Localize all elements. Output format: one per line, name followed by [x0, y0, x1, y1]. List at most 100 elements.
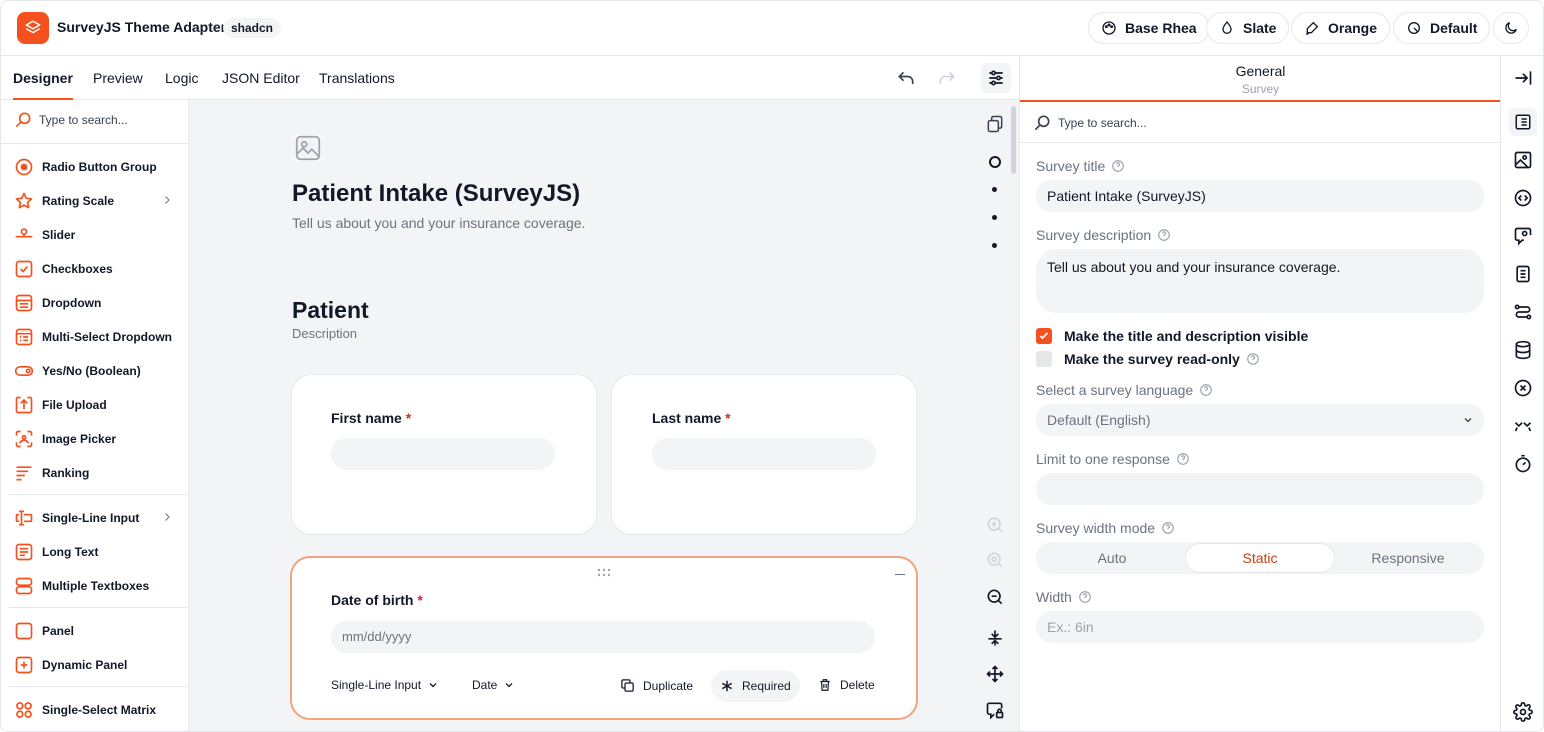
tab-preview[interactable]: Preview [93, 56, 143, 100]
property-search[interactable]: Type to search... [1032, 113, 1147, 133]
toolbox-item-multiple-text[interactable]: Multiple Textboxes [13, 574, 183, 598]
category-pages[interactable] [1511, 262, 1535, 286]
required-mark: * [405, 410, 412, 426]
checkbox-checked[interactable] [1036, 328, 1052, 344]
checkbox-unchecked[interactable] [1036, 351, 1052, 367]
zoom-in-button[interactable] [983, 513, 1007, 537]
limit-response-input[interactable] [1036, 473, 1484, 505]
date-of-birth-input[interactable]: mm/dd/yyyy [331, 621, 875, 653]
category-validation[interactable] [1511, 376, 1535, 400]
tab-translations[interactable]: Translations [319, 56, 395, 100]
tab-logic[interactable]: Logic [165, 56, 198, 100]
width-mode-auto[interactable]: Auto [1038, 544, 1186, 572]
width-input[interactable]: Ex.: 6in [1036, 611, 1484, 643]
settings-button[interactable] [1511, 700, 1535, 724]
toolbox-item-slider[interactable]: Slider [13, 223, 183, 247]
page-navigator-dot[interactable] [992, 243, 997, 248]
category-navigation[interactable] [1511, 186, 1535, 210]
toolbox-item-file-upload[interactable]: File Upload [13, 393, 183, 417]
toolbox-item-ranking[interactable]: Ranking [13, 461, 183, 485]
question-last-name[interactable]: Last name * [611, 374, 917, 535]
settings-toggle-button[interactable] [981, 63, 1011, 93]
language-select[interactable]: Default (English) [1036, 404, 1484, 436]
zoom-out-button[interactable] [983, 585, 1007, 609]
zoom-reset-button[interactable] [983, 548, 1007, 572]
category-logic[interactable] [1511, 300, 1535, 324]
width-mode-responsive[interactable]: Responsive [1334, 544, 1482, 572]
accent-theme-button[interactable]: Orange [1291, 12, 1391, 44]
first-name-input[interactable] [331, 438, 555, 470]
question-title[interactable]: First name * [331, 410, 411, 426]
page-description[interactable]: Description [292, 326, 357, 341]
input-type-select[interactable]: Date [472, 678, 515, 692]
toolbox-item-boolean[interactable]: Yes/No (Boolean) [13, 359, 183, 383]
toolbox-item-dynamic-panel[interactable]: Dynamic Panel [13, 653, 183, 677]
survey-title[interactable]: Patient Intake (SurveyJS) [292, 180, 580, 208]
page-navigator-dot[interactable] [992, 215, 997, 220]
toolbox-search[interactable]: Type to search... [13, 110, 128, 130]
help-icon[interactable] [1199, 383, 1213, 397]
question-title[interactable]: Date of birth * [331, 592, 423, 608]
question-type-select[interactable]: Single-Line Input [331, 678, 439, 692]
help-icon[interactable] [1157, 228, 1171, 242]
category-timer[interactable] [1511, 452, 1535, 476]
duplicate-button[interactable]: Duplicate [620, 678, 693, 693]
dark-mode-button[interactable] [1493, 12, 1529, 44]
collapse-icon[interactable] [895, 574, 905, 575]
question-first-name[interactable]: First name * [291, 374, 597, 535]
read-only-checkbox[interactable]: Make the survey read-only [1036, 351, 1260, 367]
lock-question-button[interactable] [983, 698, 1007, 722]
drag-handle-icon[interactable] [597, 566, 611, 581]
toolbox-item-multi-dropdown[interactable]: Multi-Select Dropdown [13, 325, 183, 349]
color-theme-button[interactable]: Slate [1206, 12, 1290, 44]
survey-title-input[interactable]: Patient Intake (SurveyJS) [1036, 180, 1484, 212]
last-name-input[interactable] [652, 438, 876, 470]
category-data[interactable] [1511, 338, 1535, 362]
category-completion[interactable] [1511, 414, 1535, 438]
collapse-all-button[interactable] [983, 626, 1007, 650]
help-icon[interactable] [1078, 590, 1092, 604]
chevron-right-icon[interactable] [161, 511, 173, 526]
chevron-right-icon[interactable] [161, 194, 173, 209]
survey-description[interactable]: Tell us about you and your insurance cov… [292, 215, 585, 231]
help-icon[interactable] [1111, 159, 1125, 173]
question-title[interactable]: Last name * [652, 410, 731, 426]
collapse-panel-button[interactable] [1511, 66, 1535, 90]
page-copy-button[interactable] [983, 112, 1007, 136]
radius-theme-button[interactable]: Default [1393, 12, 1491, 44]
category-general[interactable] [1509, 108, 1537, 136]
toolbox-item-comment[interactable]: Long Text [13, 540, 183, 564]
visible-title-checkbox[interactable]: Make the title and description visible [1036, 328, 1308, 344]
base-theme-button[interactable]: Base Rhea [1088, 12, 1210, 44]
category-logo[interactable] [1511, 148, 1535, 172]
toolbox-item-radio[interactable]: Radio Button Group [13, 155, 183, 179]
undo-button[interactable] [894, 67, 918, 91]
asterisk-icon [721, 680, 733, 692]
canvas-scrollbar[interactable] [1011, 106, 1016, 174]
page-navigator-dot[interactable] [992, 187, 997, 192]
question-date-of-birth[interactable]: Date of birth * mm/dd/yyyy Single-Line I… [290, 556, 918, 720]
toolbox-item-checkboxes[interactable]: Checkboxes [13, 257, 183, 281]
help-icon[interactable] [1246, 352, 1260, 366]
survey-description-textarea[interactable]: Tell us about you and your insurance cov… [1036, 249, 1484, 313]
width-mode-static[interactable]: Static [1186, 544, 1334, 572]
toolbox-item-dropdown[interactable]: Dropdown [13, 291, 183, 315]
expand-all-button[interactable] [983, 662, 1007, 686]
delete-button[interactable]: Delete [818, 678, 875, 692]
toolbox-item-matrix[interactable]: Single-Select Matrix [13, 698, 183, 722]
category-question-settings[interactable] [1511, 224, 1535, 248]
toolbox-item-panel[interactable]: Panel [13, 619, 183, 643]
help-icon[interactable] [1176, 452, 1190, 466]
page-navigator-current[interactable] [983, 150, 1007, 174]
redo-button[interactable] [935, 67, 959, 91]
page-title[interactable]: Patient [292, 297, 369, 324]
toolbox-item-image-picker[interactable]: Image Picker [13, 427, 183, 451]
toolbox-item-text[interactable]: Single-Line Input [13, 506, 183, 530]
required-toggle-button[interactable]: Required [711, 670, 800, 702]
help-icon[interactable] [1161, 521, 1175, 535]
tab-json-editor[interactable]: JSON Editor [222, 56, 300, 100]
survey-logo-placeholder[interactable] [293, 133, 323, 166]
tab-designer[interactable]: Designer [13, 56, 73, 100]
zoom-out-icon [987, 589, 1003, 605]
toolbox-item-rating[interactable]: Rating Scale [13, 189, 183, 213]
